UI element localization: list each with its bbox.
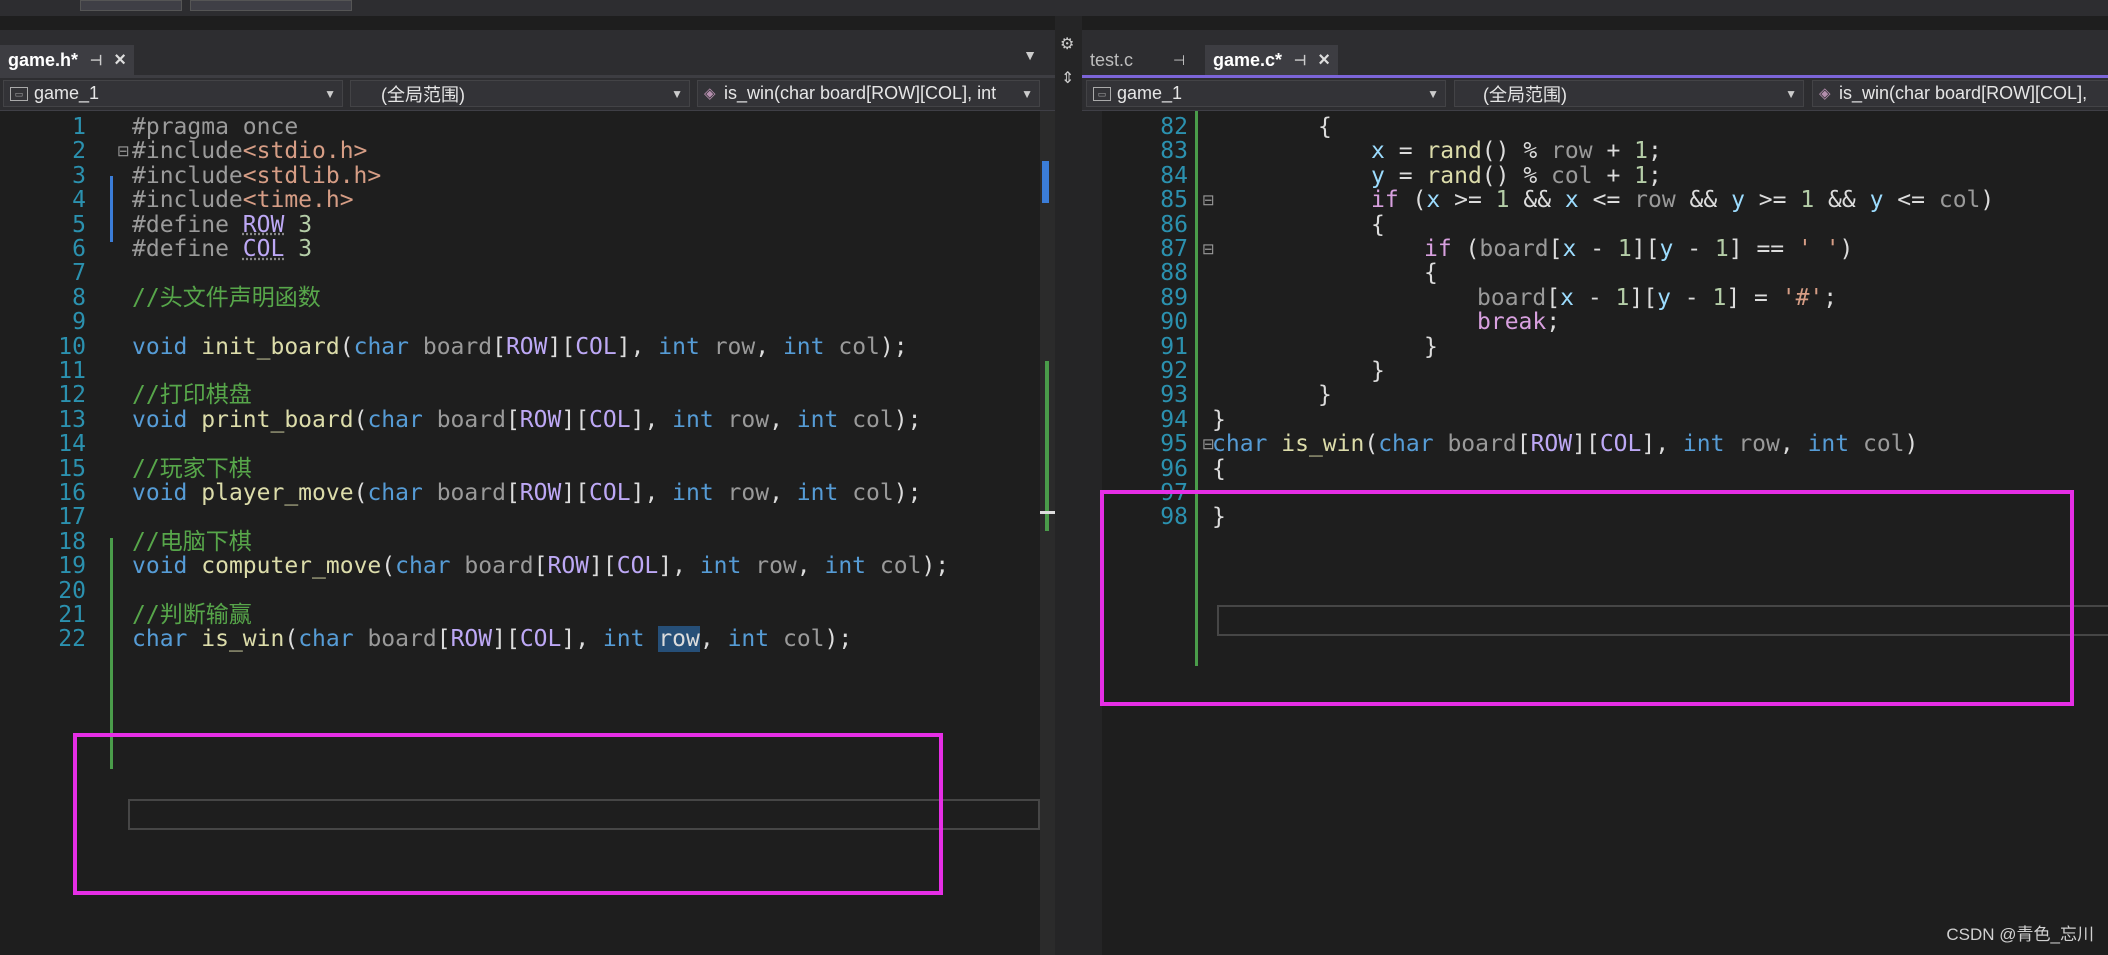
project-icon: ▭ <box>10 86 28 101</box>
navigation-bar: ▭ game_1 ▼ (全局范围) ▼ ◈ is_win(char board[… <box>0 78 1055 111</box>
tab-test-c[interactable]: test.c ⊣ <box>1082 45 1193 75</box>
method-icon: ◈ <box>704 84 716 102</box>
scope-label: (全局范围) <box>1483 84 1567 105</box>
project-label: game_1 <box>34 83 100 103</box>
toolbar-dropdown[interactable] <box>190 0 352 11</box>
code-token: , <box>699 626 728 653</box>
code-token: ][ <box>492 626 520 653</box>
navigation-bar: ▭ game_1 ▼ (全局范围) ▼ ◈ is_win(char board[… <box>1082 78 2108 111</box>
code-token: ); <box>824 626 853 653</box>
watermark: CSDN @青色_忘川 <box>1946 925 2094 944</box>
project-label: game_1 <box>1117 83 1183 103</box>
pin-icon[interactable]: ⊣ <box>1294 52 1306 69</box>
method-icon: ◈ <box>1819 84 1831 102</box>
code-token: ( <box>284 626 299 653</box>
scrollbar-marker <box>1042 161 1049 203</box>
chevron-down-icon: ▼ <box>1785 86 1797 101</box>
code-token: is_win <box>201 626 285 653</box>
code-token: [ <box>436 626 451 653</box>
scrollbar-marker <box>1045 361 1049 531</box>
gear-icon[interactable]: ⚙ <box>1060 34 1074 54</box>
tab-label: game.c* <box>1213 49 1283 70</box>
scope-dropdown[interactable]: (全局范围) ▼ <box>1454 80 1804 107</box>
code-editor-left[interactable]: 1 #pragma once 2 #include<stdio.h> 3 #include… <box>0 111 1055 955</box>
member-label: is_win(char board[ROW][COL], int <box>724 83 997 103</box>
fold-toggle-icon[interactable]: ⊟ <box>1202 428 1215 461</box>
pane-splitter[interactable]: ⚙ ⇕ <box>1055 16 1082 955</box>
code-token: COL <box>519 626 562 653</box>
tab-label: game.h* <box>8 49 79 70</box>
editor-pane-game-h: game.h* ⊣ × ▼ ▭ game_1 ▼ (全局范围) ▼ ◈ is_w… <box>0 16 1055 955</box>
project-dropdown[interactable]: ▭ game_1 ▼ <box>3 80 343 107</box>
tab-strip: game.h* ⊣ × ▼ <box>0 30 1055 76</box>
project-icon: ▭ <box>1093 86 1111 101</box>
highlight-box-left <box>73 733 943 895</box>
chevron-down-icon: ▼ <box>671 86 683 101</box>
scrollbar-thumb[interactable] <box>1040 511 1055 514</box>
vertical-scrollbar[interactable] <box>1040 111 1055 955</box>
close-icon[interactable]: × <box>114 49 126 72</box>
highlight-box-right <box>1100 490 2074 706</box>
toolbar-dropdown[interactable] <box>80 0 182 11</box>
scope-label: (全局范围) <box>381 84 465 105</box>
code-token: char <box>298 626 354 653</box>
change-marker-blue <box>110 176 113 242</box>
code-token: board <box>367 626 437 653</box>
pin-icon[interactable]: ⊣ <box>90 52 102 69</box>
pin-icon[interactable]: ⊣ <box>1173 52 1185 69</box>
tab-game-c[interactable]: game.c* ⊣ × <box>1205 45 1338 75</box>
main-toolbar <box>0 0 2108 16</box>
code-token: int <box>727 626 770 653</box>
tab-list-dropdown-icon[interactable]: ▼ <box>1023 47 1037 63</box>
member-dropdown[interactable]: ◈ is_win(char board[ROW][COL], <box>1812 80 2108 107</box>
member-dropdown[interactable]: ◈ is_win(char board[ROW][COL], int ▼ <box>697 80 1040 107</box>
code-line[interactable]: 22 char is_win(char board[ROW][COL], int … <box>0 623 1055 656</box>
member-label: is_win(char board[ROW][COL], <box>1839 83 2088 103</box>
code-token: int <box>602 626 645 653</box>
editor-pane-game-c: test.c ⊣ game.c* ⊣ × ▭ game_1 ▼ (全局范围) ▼… <box>1082 16 2108 955</box>
code-text: char is_win(char board[ROW][COL], int ro… <box>132 623 852 656</box>
code-token: char <box>132 626 188 653</box>
code-editor-right[interactable]: 82{83 x = rand() % row + 1; 84 y = rand() %… <box>1082 111 2108 955</box>
chevron-down-icon: ▼ <box>1427 86 1439 101</box>
line-number: 22 <box>58 626 86 653</box>
tab-label: test.c <box>1090 49 1134 70</box>
close-icon[interactable]: × <box>1318 49 1330 72</box>
scope-dropdown[interactable]: (全局范围) ▼ <box>350 80 690 107</box>
chevron-down-icon: ▼ <box>324 86 336 101</box>
tab-strip: test.c ⊣ game.c* ⊣ × <box>1082 30 2108 76</box>
tab-game-h[interactable]: game.h* ⊣ × <box>0 45 134 75</box>
code-token: row <box>658 626 700 653</box>
split-icon[interactable]: ⇕ <box>1061 68 1074 88</box>
code-token: ROW <box>450 626 493 653</box>
project-dropdown[interactable]: ▭ game_1 ▼ <box>1086 80 1446 107</box>
fold-toggle-icon[interactable]: ⊟ <box>1202 184 1215 217</box>
code-token: col <box>782 626 825 653</box>
code-token: ], <box>561 626 603 653</box>
fold-toggle-icon[interactable]: ⊟ <box>1202 233 1215 266</box>
chevron-down-icon: ▼ <box>1021 86 1033 101</box>
fold-toggle-icon[interactable]: ⊟ <box>117 135 130 168</box>
